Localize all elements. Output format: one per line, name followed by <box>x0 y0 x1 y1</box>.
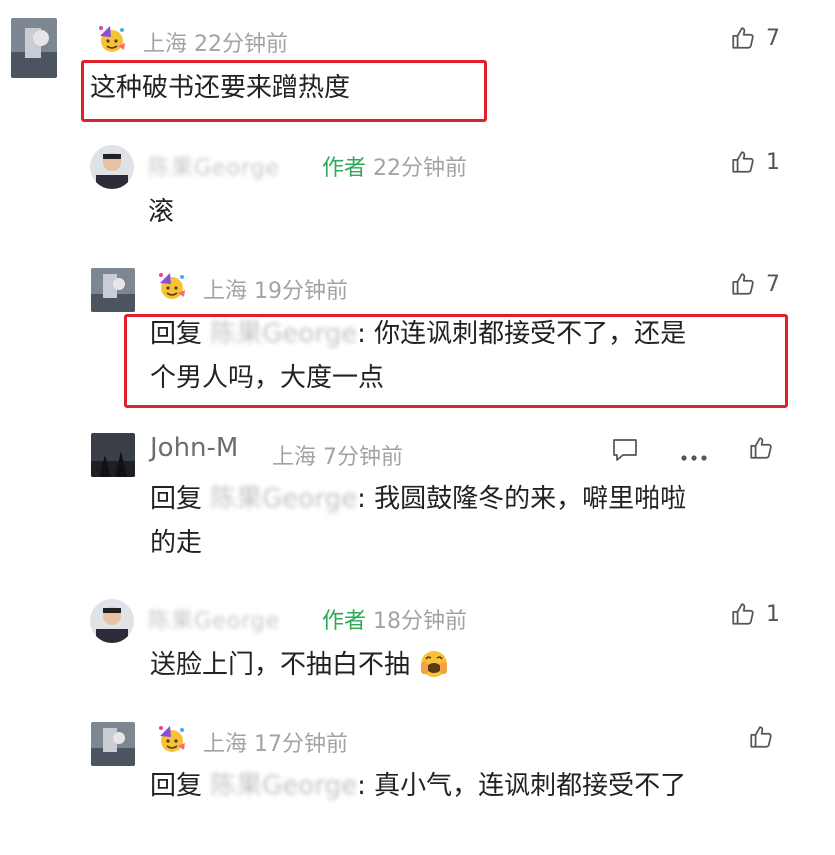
comment-text: 滚 <box>148 197 175 227</box>
reply-button[interactable] <box>611 437 639 467</box>
author-tag: 作者 <box>322 609 367 634</box>
comment-meta: 上海 17分钟前 <box>203 726 348 758</box>
timestamp: 18分钟前 <box>373 609 468 634</box>
username[interactable]: 陈果George <box>148 150 280 182</box>
thumbs-up-icon <box>730 25 756 51</box>
avatar[interactable] <box>90 145 134 189</box>
username[interactable]: John-M <box>150 433 238 463</box>
avatar[interactable] <box>11 18 57 78</box>
avatar[interactable] <box>91 268 135 312</box>
reply-text-line1: : 我圆鼓隆冬的来，噼里啪啦 <box>357 484 687 514</box>
party-face-badge <box>156 724 186 754</box>
thumbs-up-icon <box>730 271 756 297</box>
thumbs-up-icon <box>748 724 774 750</box>
comment-icon <box>613 439 637 461</box>
reply-prefix: 回复 <box>150 771 203 801</box>
reply-text-line2: 的走 <box>150 528 203 558</box>
location: 上海 <box>272 445 317 470</box>
timestamp: 17分钟前 <box>254 732 349 757</box>
location: 上海 <box>203 732 248 757</box>
like-button[interactable]: 7 <box>730 271 780 297</box>
avatar[interactable] <box>90 599 134 643</box>
avatar[interactable] <box>91 433 135 477</box>
reply-target[interactable]: 陈果George <box>210 319 357 349</box>
comment-meta: 上海 22分钟前 <box>143 26 288 58</box>
username[interactable]: 陈果George <box>148 603 280 635</box>
comment-meta: 作者 22分钟前 <box>322 150 467 182</box>
author-tag: 作者 <box>322 156 367 181</box>
thumbs-up-icon <box>730 601 756 627</box>
timestamp: 22分钟前 <box>194 32 289 57</box>
comment-meta: 上海 7分钟前 <box>272 439 403 471</box>
like-count: 1 <box>766 149 780 175</box>
more-dots-icon <box>681 455 707 461</box>
location: 上海 <box>203 279 248 304</box>
comment-meta: 作者 18分钟前 <box>322 603 467 635</box>
party-face-badge <box>96 24 126 54</box>
more-button[interactable] <box>680 447 708 466</box>
avatar[interactable] <box>91 722 135 766</box>
reply-prefix: 回复 <box>150 484 203 514</box>
party-face-badge <box>156 271 186 301</box>
reply-text-line1: : 你连讽刺都接受不了，还是 <box>357 319 687 349</box>
like-count: 7 <box>766 271 780 297</box>
like-button[interactable]: 1 <box>730 601 780 627</box>
comment-text: 回复 陈果George: 你连讽刺都接受不了，还是 个男人吗，大度一点 <box>150 312 686 400</box>
reply-text: : 真小气，连讽刺都接受不了 <box>357 771 687 801</box>
like-button[interactable] <box>748 435 774 461</box>
grimacing-face-emoji <box>421 651 448 677</box>
comment-meta: 上海 19分钟前 <box>203 273 348 305</box>
reply-text-line2: 个男人吗，大度一点 <box>150 363 385 393</box>
reply-prefix: 回复 <box>150 319 203 349</box>
thumbs-up-icon <box>748 435 774 461</box>
comment-text-content: 送脸上门，不抽白不抽 <box>150 650 411 680</box>
location: 上海 <box>143 32 188 57</box>
timestamp: 22分钟前 <box>373 156 468 181</box>
comment-text: 回复 陈果George: 真小气，连讽刺都接受不了 <box>150 764 686 808</box>
comment-text: 送脸上门，不抽白不抽 <box>150 643 450 687</box>
reply-target[interactable]: 陈果George <box>210 484 357 514</box>
like-count: 1 <box>766 601 780 627</box>
comment-text: 回复 陈果George: 我圆鼓隆冬的来，噼里啪啦 的走 <box>150 477 686 565</box>
comment-text: 这种破书还要来蹭热度 <box>90 73 351 103</box>
timestamp: 7分钟前 <box>323 445 404 470</box>
thumbs-up-icon <box>730 149 756 175</box>
like-button[interactable]: 7 <box>730 25 780 51</box>
like-button[interactable]: 1 <box>730 149 780 175</box>
like-count: 7 <box>766 25 780 51</box>
reply-target[interactable]: 陈果George <box>210 771 357 801</box>
like-button[interactable] <box>748 724 774 750</box>
timestamp: 19分钟前 <box>254 279 349 304</box>
